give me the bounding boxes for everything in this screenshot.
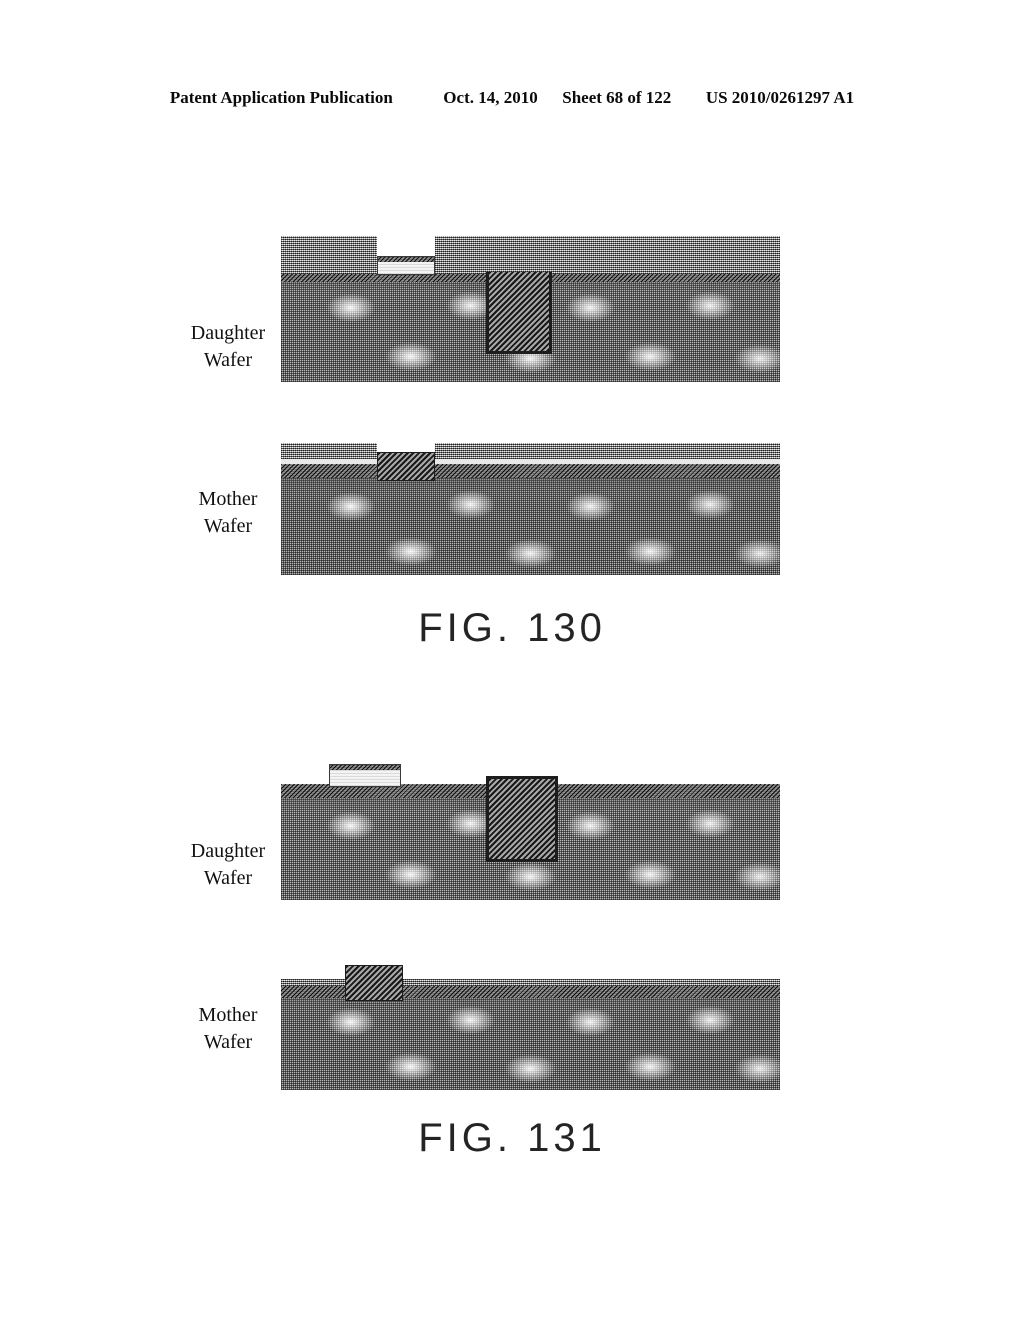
header-patent-number: US 2010/0261297 A1 — [705, 88, 855, 107]
page-header: Patent Application Publication Oct. 14, … — [0, 88, 1024, 108]
fig131-daughter-wafer — [281, 762, 780, 900]
fig130-daughter-wafer — [281, 236, 780, 382]
deep-trench-fill — [486, 272, 552, 354]
fig131-mother-label: Mother Wafer — [158, 1002, 298, 1056]
label-line-2: Wafer — [203, 349, 253, 371]
label-line-2: Wafer — [203, 867, 253, 889]
header-date: Oct. 14, 2010 — [443, 88, 538, 107]
label-line-2: Wafer — [203, 515, 253, 537]
label-line-2: Wafer — [203, 1031, 253, 1053]
label-line-1: Mother — [198, 488, 258, 510]
fig130-caption: FIG. 130 — [418, 606, 606, 650]
buried-film-layer — [281, 464, 780, 478]
fig131-caption: FIG. 131 — [418, 1116, 606, 1160]
header-publication: Patent Application Publication — [169, 88, 393, 107]
surface-film-right — [435, 443, 780, 459]
fig131-mother-wafer — [281, 965, 780, 1090]
raised-block-cap — [329, 764, 401, 770]
substrate-bulk — [281, 477, 780, 575]
header-sheet: Sheet 68 of 122 — [562, 88, 672, 107]
mask-layer-left — [281, 236, 377, 274]
mask-layer-right — [435, 236, 780, 274]
recess-fill-block — [377, 452, 435, 481]
fig130-daughter-label: Daughter Wafer — [158, 320, 298, 374]
protruding-dark-block — [345, 965, 403, 1001]
fig130-mother-label: Mother Wafer — [158, 486, 298, 540]
fig131-daughter-label: Daughter Wafer — [158, 838, 298, 892]
label-line-1: Daughter — [190, 840, 266, 862]
mask-opening-cap — [377, 256, 435, 262]
substrate-bulk — [281, 993, 780, 1090]
surface-film-left — [281, 443, 377, 459]
protruding-trench-fill — [486, 776, 558, 862]
label-line-1: Daughter — [190, 322, 266, 344]
fig130-mother-wafer — [281, 443, 780, 575]
label-line-1: Mother — [198, 1004, 258, 1026]
